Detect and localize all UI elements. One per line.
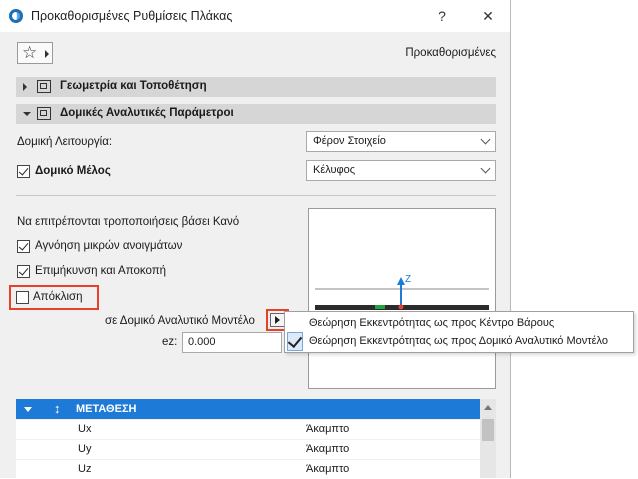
x-axis-marker	[375, 305, 385, 309]
divider	[16, 195, 496, 196]
archicad-app-icon	[9, 9, 23, 23]
ez-label: ez:	[162, 336, 178, 348]
chevron-right-icon	[45, 50, 49, 58]
structural-function-select[interactable]: Φέρον Στοιχείο	[306, 131, 496, 152]
geometry-icon	[37, 80, 51, 93]
menu-item-structural-analytical-model[interactable]: Θεώρηση Εκκεντρότητας ως προς Δομικό Ανα…	[309, 335, 608, 347]
preview-drawing: Z	[315, 274, 489, 310]
structural-analytical-icon	[37, 107, 51, 120]
structural-member-checkbox[interactable]	[17, 165, 30, 178]
title-bar: Προκαθορισμένες Ρυθμίσεις Πλάκας ? ✕	[0, 0, 510, 32]
row-value: Άκαμπτο	[306, 443, 350, 455]
chevron-down-icon	[23, 112, 31, 116]
updown-arrow-icon: ↕	[54, 401, 61, 416]
favorites-button[interactable]: ☆	[17, 42, 53, 64]
close-button[interactable]: ✕	[478, 6, 498, 26]
window-title: Προκαθορισμένες Ρυθμίσεις Πλάκας	[31, 9, 233, 23]
displacement-group-header[interactable]: ↕ ΜΕΤΑΘΕΣΗ	[16, 399, 480, 419]
chevron-down-icon	[480, 163, 491, 174]
row-name: Ux	[78, 423, 92, 435]
selected-value: Φέρον Στοιχείο	[313, 135, 386, 147]
structural-function-label: Δομική Λειτουργία:	[17, 136, 113, 148]
row-name: Uz	[78, 463, 92, 475]
ignore-small-openings-label: Αγνόηση μικρών ανοιγμάτων	[35, 240, 183, 252]
structural-member-select[interactable]: Κέλυφος	[306, 160, 496, 181]
extend-trim-label: Επιμήκυνση και Αποκοπή	[35, 265, 167, 277]
ez-value: 0.000	[188, 336, 216, 348]
z-axis-arrow	[397, 277, 405, 285]
star-icon: ☆	[22, 43, 38, 62]
extend-trim-checkbox[interactable]	[17, 265, 30, 278]
table-row[interactable]: Uy Άκαμπτο	[16, 440, 480, 459]
table-row[interactable]: Uz Άκαμπτο	[16, 460, 480, 479]
ez-input[interactable]: 0.000	[182, 332, 282, 353]
scroll-thumb[interactable]	[482, 419, 494, 441]
selected-value: Κέλυφος	[313, 164, 356, 176]
origin-point	[398, 304, 404, 310]
row-value: Άκαμπτο	[306, 463, 350, 475]
preset-label: Προκαθορισμένες	[405, 47, 496, 59]
ignore-small-openings-checkbox[interactable]	[17, 240, 30, 253]
row-value: Άκαμπτο	[306, 423, 350, 435]
section-structural-analytical-parameters[interactable]: Δομικές Αναλυτικές Παράμετροι	[16, 104, 496, 124]
section-label: Γεωμετρία και Τοποθέτηση	[60, 80, 207, 92]
scroll-up-icon[interactable]	[484, 405, 492, 410]
menu-item-center-of-gravity[interactable]: Θεώρηση Εκκεντρότητας ως προς Κέντρο Βάρ…	[309, 317, 554, 329]
help-button[interactable]: ?	[432, 6, 452, 26]
table-scrollbar[interactable]	[480, 399, 496, 478]
section-geometry-positioning[interactable]: Γεωμετρία και Τοποθέτηση	[16, 77, 496, 97]
offset-checkbox[interactable]	[16, 291, 29, 304]
rules-heading: Να επιτρέπονται τροποποιήσεις βάσει Κανό	[17, 216, 240, 228]
eccentricity-popup-menu: Θεώρηση Εκκεντρότητας ως προς Κέντρο Βάρ…	[284, 311, 634, 353]
z-axis-label: Z	[405, 274, 411, 285]
eccentricity-label: σε Δομικό Αναλυτικό Μοντέλο	[105, 315, 255, 327]
row-name: Uy	[78, 443, 92, 455]
eccentricity-menu-button[interactable]	[270, 313, 285, 327]
structural-member-label: Δομικό Μέλος	[35, 165, 111, 177]
section-label: Δομικές Αναλυτικές Παράμετροι	[60, 107, 234, 119]
slab-default-settings-dialog: Προκαθορισμένες Ρυθμίσεις Πλάκας ? ✕ ☆ Π…	[0, 0, 511, 479]
offset-label: Απόκλιση	[33, 291, 83, 303]
table-row[interactable]: Ux Άκαμπτο	[16, 420, 480, 439]
chevron-down-icon	[24, 407, 32, 412]
section-preview: Z	[308, 208, 496, 389]
chevron-down-icon	[480, 134, 491, 145]
chevron-right-icon	[23, 83, 27, 91]
group-title: ΜΕΤΑΘΕΣΗ	[76, 403, 137, 415]
